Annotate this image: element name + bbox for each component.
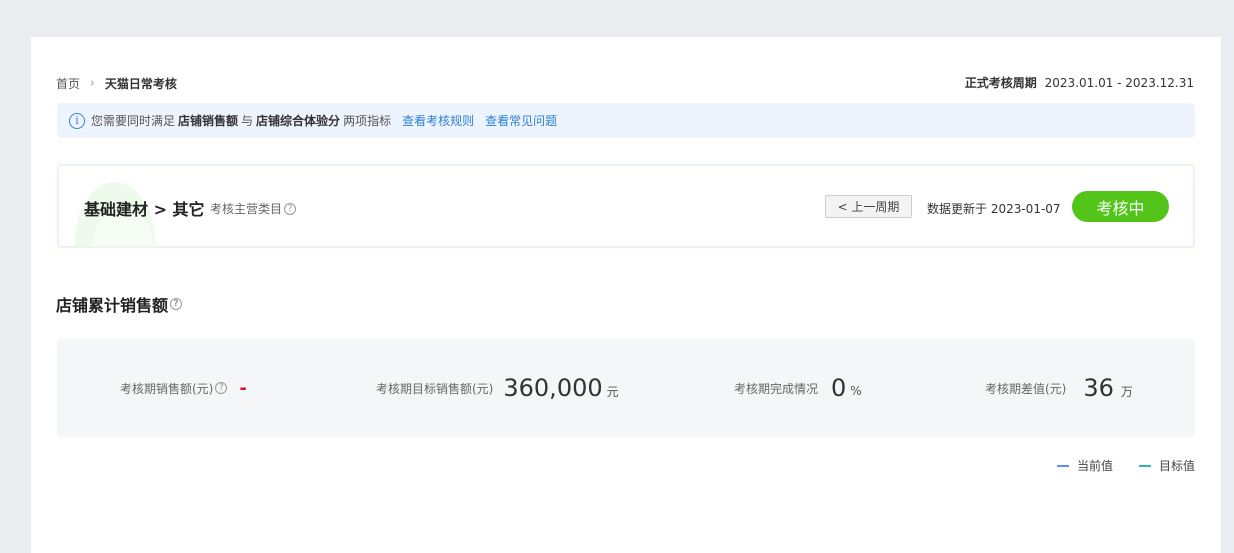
- legend-current-label: 当前值: [1076, 459, 1113, 473]
- chart-legend: 当前值 目标值: [1031, 457, 1195, 474]
- metric-gap: 考核期差值(元) 36 万: [985, 339, 1133, 437]
- metric-gap-unit: 万: [1120, 384, 1133, 399]
- metric-completion-label: 考核期完成情况: [734, 381, 819, 396]
- chevron-right-icon: ›: [90, 76, 95, 90]
- breadcrumb-home[interactable]: 首页: [56, 75, 80, 92]
- legend-current-marker: [1056, 464, 1069, 467]
- notice-prefix: 您需要同时满足: [91, 114, 176, 128]
- notice-metric-sales: 店铺销售额: [178, 114, 239, 128]
- legend-current[interactable]: 当前值: [1056, 457, 1113, 474]
- category-subtitle: 考核主营类目 ?: [210, 200, 297, 217]
- help-icon[interactable]: ?: [170, 298, 183, 310]
- section-title-text: 店铺累计销售额: [56, 296, 169, 315]
- metric-completion-value: 0: [831, 374, 847, 402]
- notice-suffix: 两项指标: [343, 114, 392, 128]
- previous-period-button[interactable]: < 上一周期: [825, 195, 912, 218]
- metric-sales-value: -: [239, 377, 247, 399]
- notice-metric-experience: 店铺综合体验分: [256, 114, 341, 128]
- breadcrumb: 首页 › 天猫日常考核: [56, 75, 177, 91]
- period-label: 正式考核周期: [964, 76, 1037, 90]
- category-title: 基础建材 > 其它: [84, 200, 205, 219]
- metric-completion: 考核期完成情况 0 %: [734, 339, 862, 437]
- legend-target-label: 目标值: [1158, 459, 1195, 473]
- metric-sales-label: 考核期销售额(元): [120, 381, 214, 396]
- status-badge: 考核中: [1072, 191, 1169, 222]
- section-title: 店铺累计销售额 ?: [56, 292, 183, 316]
- info-icon: i: [69, 112, 85, 129]
- metrics-panel: 考核期销售额(元) ? - 考核期目标销售额(元) 360,000 元 考核期完…: [57, 339, 1195, 437]
- period-range: 2023.01.01 - 2023.12.31: [1044, 76, 1194, 90]
- metric-completion-unit: %: [850, 384, 862, 398]
- metric-target-label: 考核期目标销售额(元): [376, 381, 494, 396]
- metric-gap-label: 考核期差值(元): [985, 381, 1067, 396]
- metric-gap-value: 36: [1083, 374, 1114, 402]
- legend-target[interactable]: 目标值: [1138, 457, 1195, 474]
- metric-target: 考核期目标销售额(元) 360,000 元: [376, 339, 619, 437]
- data-update-time: 数据更新于 2023-01-07: [927, 202, 1061, 216]
- metric-sales: 考核期销售额(元) ? -: [120, 339, 247, 437]
- assessment-period: 正式考核周期 2023.01.01 - 2023.12.31: [965, 75, 1194, 91]
- metric-target-unit: 元: [606, 384, 619, 399]
- category-panel: 基础建材 > 其它 考核主营类目 ? < 上一周期 数据更新于 2023-01-…: [57, 164, 1195, 248]
- help-icon[interactable]: ?: [284, 202, 297, 215]
- notice-conjunction: 与: [241, 114, 254, 128]
- legend-target-marker: [1138, 464, 1151, 467]
- help-icon[interactable]: ?: [215, 382, 228, 394]
- main-card: 首页 › 天猫日常考核 正式考核周期 2023.01.01 - 2023.12.…: [31, 37, 1221, 553]
- notice-banner: i 您需要同时满足 店铺销售额 与 店铺综合体验分 两项指标 查看考核规则 查看…: [57, 103, 1195, 138]
- metric-target-value: 360,000: [503, 374, 603, 402]
- breadcrumb-current: 天猫日常考核: [104, 76, 177, 91]
- view-faq-link[interactable]: 查看常见问题: [485, 112, 557, 129]
- category-subtitle-text: 考核主营类目: [210, 202, 283, 216]
- view-rules-link[interactable]: 查看考核规则: [402, 112, 474, 129]
